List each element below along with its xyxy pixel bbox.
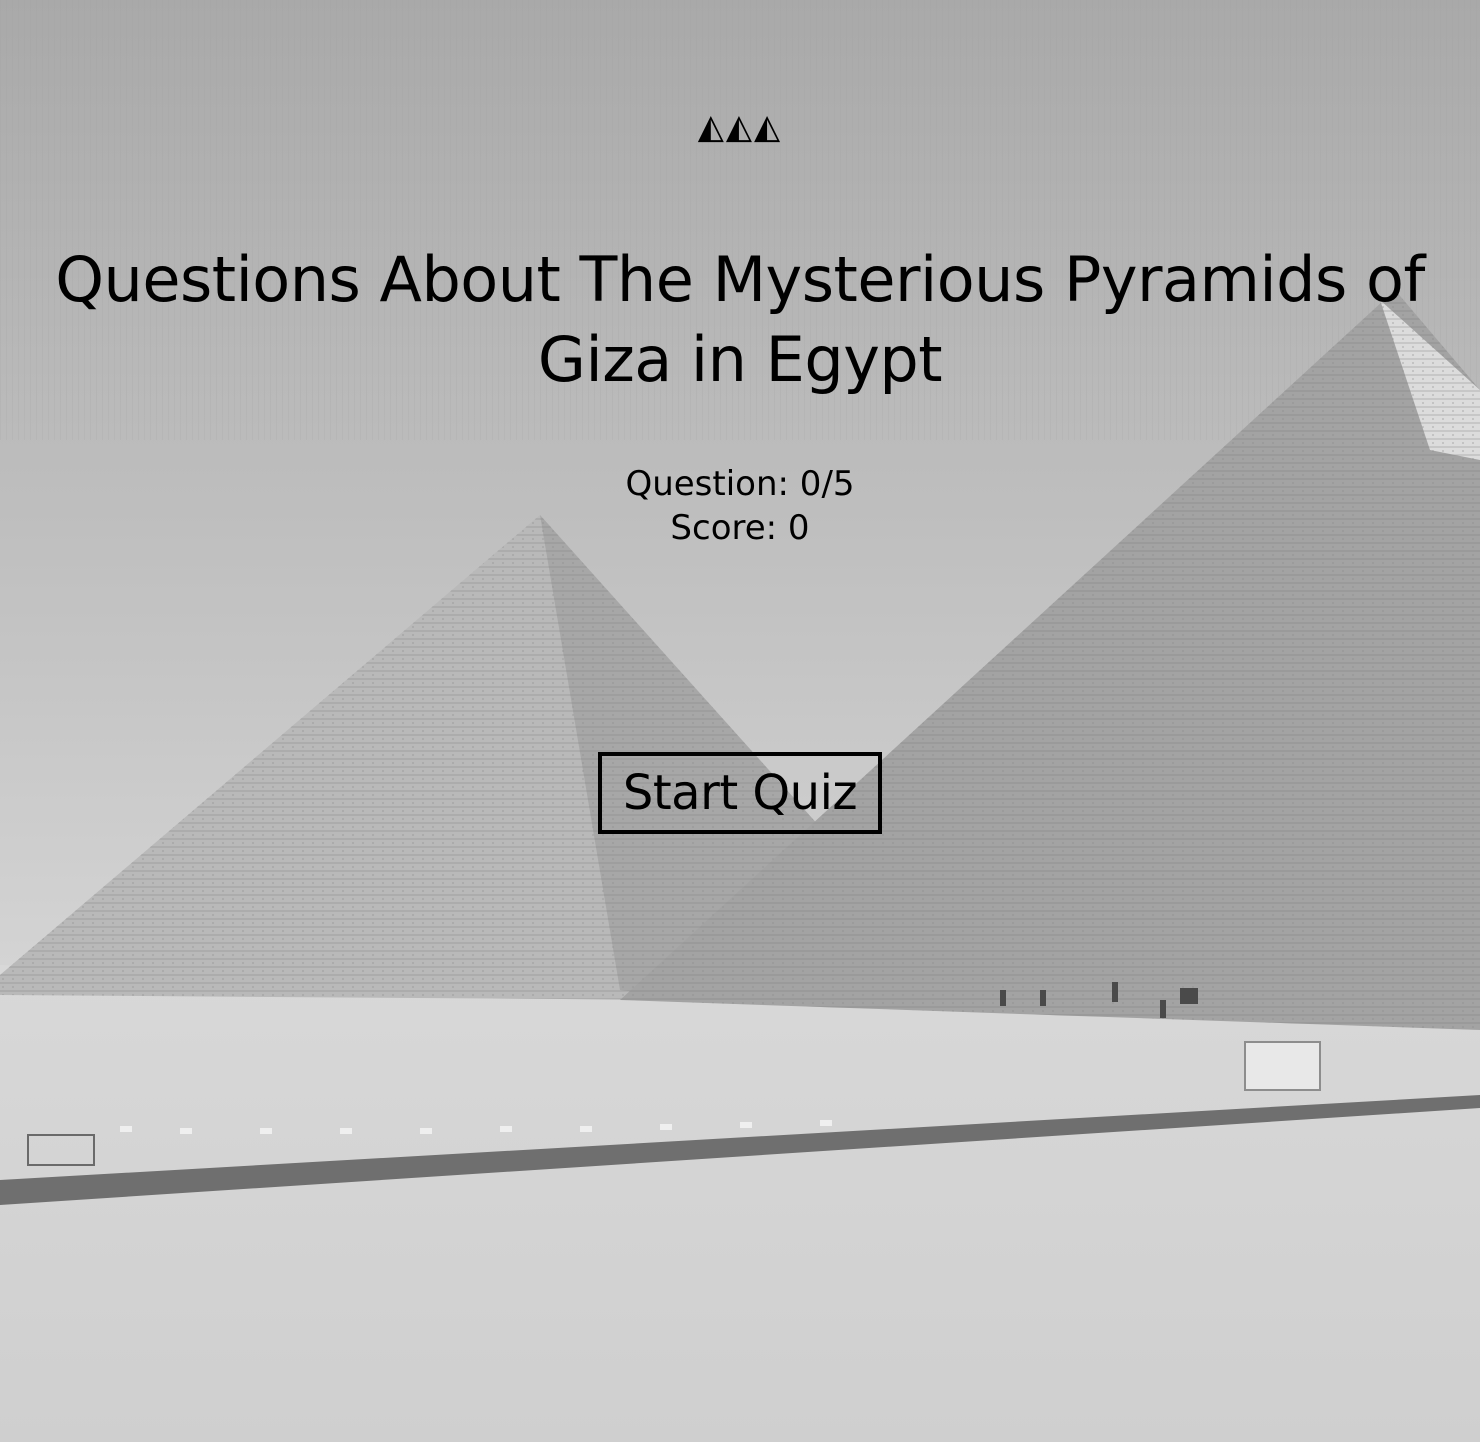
page-title: Questions About The Mysterious Pyramids … — [55, 243, 1425, 396]
question-counter-current: 0 — [799, 464, 822, 504]
question-counter: Question: 0/5 — [625, 464, 855, 504]
quiz-stats: Question: 0/5 Score: 0 — [0, 462, 1480, 550]
start-quiz-button[interactable]: Start Quiz — [598, 752, 882, 834]
score-value: 0 — [787, 508, 810, 548]
score-label: Score: — [670, 508, 788, 548]
question-counter-label: Question: — [625, 464, 800, 504]
score-display: Score: 0 — [0, 506, 1480, 550]
question-counter-total: 5 — [832, 464, 855, 504]
quiz-start-screen: ◭◭◭ Questions About The Mysterious Pyram… — [0, 0, 1480, 1442]
pyramids-logo-icon: ◭◭◭ — [697, 107, 783, 147]
